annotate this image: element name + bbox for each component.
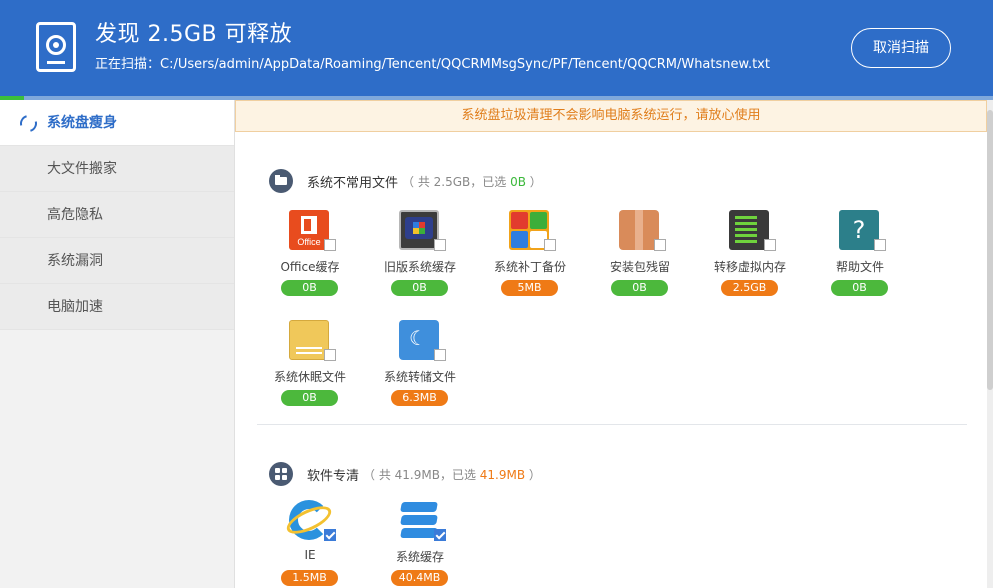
patch-icon (509, 210, 549, 250)
item-office-cache[interactable]: Office Office缓存 0B (255, 210, 365, 310)
section-divider (257, 424, 967, 425)
size-badge: 0B (831, 280, 888, 296)
package-icon (619, 210, 659, 250)
sidebar-item-large-files[interactable]: 大文件搬家 (0, 146, 234, 192)
size-badge: 1.5MB (281, 570, 338, 586)
item-patch-backup[interactable]: 系统补丁备份 5MB (475, 210, 585, 310)
checkbox[interactable] (324, 349, 336, 361)
cancel-scan-button[interactable]: 取消扫描 (851, 28, 951, 68)
document-icon (289, 320, 329, 360)
office-icon: Office (289, 210, 329, 250)
memory-icon (729, 210, 769, 250)
item-label: 帮助文件 (835, 260, 884, 274)
item-label: 系统缓存 (395, 550, 444, 564)
item-installer-leftovers[interactable]: 安装包残留 0B (585, 210, 695, 310)
size-badge: 2.5GB (721, 280, 778, 296)
item-label: 系统转储文件 (383, 370, 456, 384)
notice-banner: 系统盘垃圾清理不会影响电脑系统运行，请放心使用 (235, 100, 987, 132)
section-summary: （ 共 41.9MB，已选 41.9MB ） (363, 467, 541, 482)
section-header-software-clean: 软件专清 （ 共 41.9MB，已选 41.9MB ） (269, 462, 541, 486)
disk-icon (36, 22, 76, 72)
item-label: 系统补丁备份 (493, 260, 566, 274)
checkbox[interactable] (544, 239, 556, 251)
sidebar-item-privacy[interactable]: 高危隐私 (0, 192, 234, 238)
item-old-system-cache[interactable]: 旧版系统缓存 0B (365, 210, 475, 310)
header: 发现 2.5GB 可释放 正在扫描：C:/Users/admin/AppData… (0, 0, 993, 96)
sidebar-item-label: 高危隐私 (47, 207, 103, 223)
scrollbar-thumb[interactable] (987, 110, 993, 390)
item-label: 安装包残留 (609, 260, 670, 274)
size-badge: 40.4MB (391, 570, 448, 586)
section-header-uncommon-files: 系统不常用文件 （ 共 2.5GB，已选 0B ） (269, 169, 542, 193)
item-label: IE (304, 548, 316, 562)
sidebar-item-vulnerabilities[interactable]: 系统漏洞 (0, 238, 234, 284)
checkbox[interactable] (434, 529, 446, 541)
main-panel: 系统盘垃圾清理不会影响电脑系统运行，请放心使用 系统不常用文件 （ 共 2.5G… (235, 100, 987, 588)
item-label: 转移虚拟内存 (713, 260, 786, 274)
scrollbar[interactable] (987, 100, 993, 588)
item-label: Office缓存 (280, 260, 340, 274)
sidebar-item-label: 电脑加速 (47, 299, 103, 315)
checkbox[interactable] (324, 239, 336, 251)
monitor-icon (399, 210, 439, 250)
item-ie[interactable]: IE 1.5MB (255, 500, 365, 588)
folder-icon (269, 169, 293, 193)
size-badge: 5MB (501, 280, 558, 296)
sidebar-item-label: 系统漏洞 (47, 253, 103, 269)
size-badge: 0B (611, 280, 668, 296)
item-label: 旧版系统缓存 (383, 260, 456, 274)
checkbox[interactable] (874, 239, 886, 251)
layers-icon (399, 500, 439, 540)
scan-path: 正在扫描：C:/Users/admin/AppData/Roaming/Tenc… (95, 57, 770, 72)
sidebar-item-label: 大文件搬家 (47, 161, 117, 177)
page-title: 发现 2.5GB 可释放 (95, 22, 293, 47)
section-title: 系统不常用文件 (307, 175, 399, 191)
refresh-icon (16, 111, 41, 136)
item-help-files[interactable]: ? 帮助文件 0B (805, 210, 915, 310)
item-system-cache[interactable]: 系统缓存 40.4MB (365, 500, 475, 588)
checkbox[interactable] (654, 239, 666, 251)
checkbox[interactable] (324, 529, 336, 541)
item-virtual-memory[interactable]: 转移虚拟内存 2.5GB (695, 210, 805, 310)
help-icon: ? (839, 210, 879, 250)
ie-icon (283, 500, 335, 540)
sidebar-item-system-slim[interactable]: 系统盘瘦身 (0, 100, 234, 146)
moon-file-icon (399, 320, 439, 360)
item-dump-files[interactable]: 系统转储文件 6.3MB (365, 320, 475, 420)
size-badge: 0B (391, 280, 448, 296)
checkbox[interactable] (764, 239, 776, 251)
sidebar: 系统盘瘦身 大文件搬家 高危隐私 系统漏洞 电脑加速 (0, 100, 235, 588)
checkbox[interactable] (434, 349, 446, 361)
item-hibernation-file[interactable]: 系统休眠文件 0B (255, 320, 365, 420)
sidebar-item-speedup[interactable]: 电脑加速 (0, 284, 234, 330)
size-badge: 0B (281, 280, 338, 296)
size-badge: 6.3MB (391, 390, 448, 406)
checkbox[interactable] (434, 239, 446, 251)
section-title: 软件专清 (307, 468, 360, 484)
size-badge: 0B (281, 390, 338, 406)
apps-icon (269, 462, 293, 486)
sidebar-item-label: 系统盘瘦身 (47, 115, 117, 131)
section-summary: （ 共 2.5GB，已选 0B ） (402, 174, 542, 189)
item-label: 系统休眠文件 (273, 370, 346, 384)
